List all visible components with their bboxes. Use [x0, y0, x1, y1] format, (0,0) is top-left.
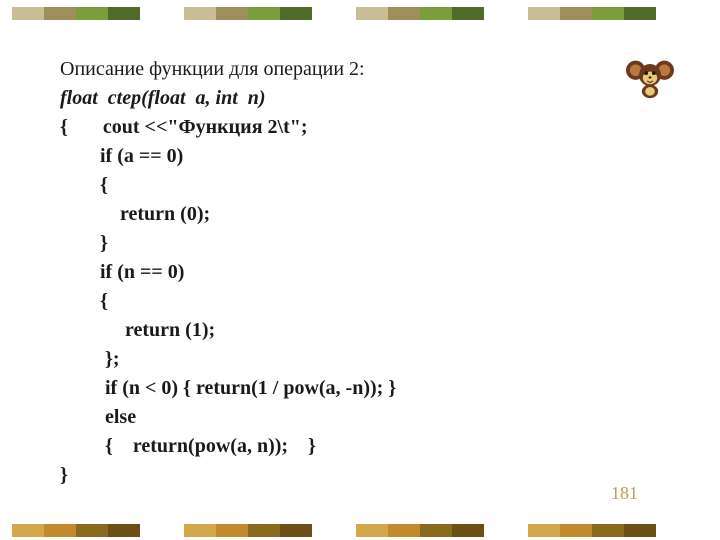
code-line: if (a == 0)	[60, 142, 620, 171]
code-line: return (0);	[60, 200, 620, 229]
decor-band-top	[0, 7, 720, 20]
code-line: { return(pow(a, n)); }	[60, 432, 620, 461]
cheburashka-icon	[626, 52, 674, 100]
code-line: else	[60, 403, 620, 432]
code-line: { cout <<"Функция 2\t";	[60, 113, 620, 142]
code-line: if (n < 0) { return(1 / pow(a, -n)); }	[60, 374, 620, 403]
code-line: };	[60, 345, 620, 374]
heading-line: Описание функции для операции 2:	[60, 55, 620, 84]
decor-band-bottom	[0, 524, 720, 537]
code-line: float ctep(float a, int n)	[60, 84, 620, 113]
page-number: 181	[611, 483, 638, 504]
code-line: {	[60, 287, 620, 316]
code-line: if (n == 0)	[60, 258, 620, 287]
code-line: return (1);	[60, 316, 620, 345]
code-line: {	[60, 171, 620, 200]
slide-content: Описание функции для операции 2: float c…	[60, 55, 620, 490]
code-line: }	[60, 229, 620, 258]
code-line: }	[60, 461, 620, 490]
